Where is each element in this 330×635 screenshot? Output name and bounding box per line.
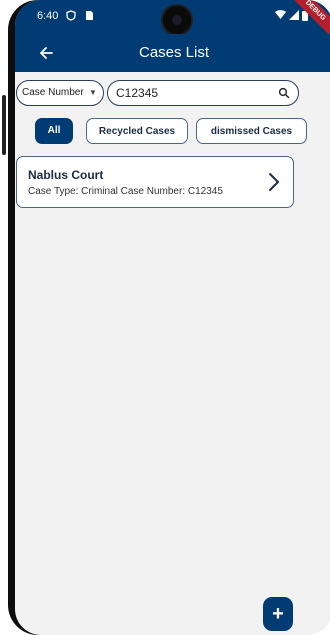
status-bar: 6:40 DEBUG bbox=[15, 0, 330, 45]
caret-down-icon: ▼ bbox=[89, 88, 97, 97]
status-icons-left bbox=[66, 9, 94, 21]
search-field-select[interactable]: Case Number ▼ bbox=[16, 80, 104, 106]
case-tabs: All Recycled Cases dismissed Cases bbox=[19, 118, 309, 146]
add-case-button[interactable]: + bbox=[263, 597, 293, 631]
search-icon[interactable] bbox=[278, 87, 290, 99]
filter-row: Case Number ▼ C12345 bbox=[16, 80, 316, 106]
tab-all[interactable]: All bbox=[35, 118, 73, 144]
page-title: Cases List bbox=[138, 44, 210, 61]
search-field-label: Case Number bbox=[22, 87, 84, 98]
app-bar: Cases List bbox=[15, 34, 330, 72]
chevron-right-icon bbox=[269, 173, 279, 191]
case-court-name: Nablus Court bbox=[28, 168, 104, 182]
search-input[interactable]: C12345 bbox=[107, 80, 299, 106]
search-value: C12345 bbox=[116, 86, 159, 100]
shield-status-icon bbox=[66, 9, 76, 21]
signal-icon bbox=[289, 10, 300, 21]
sim-card-icon bbox=[86, 10, 94, 20]
case-card[interactable]: Nablus Court Case Type: Criminal Case Nu… bbox=[16, 156, 294, 208]
case-details: Case Type: Criminal Case Number: C12345 bbox=[28, 186, 223, 197]
status-time: 6:40 bbox=[37, 10, 59, 22]
front-camera bbox=[161, 4, 193, 36]
volume-button bbox=[2, 95, 6, 155]
wifi-icon bbox=[275, 10, 286, 20]
tab-dismissed-cases[interactable]: dismissed Cases bbox=[196, 118, 307, 144]
tab-recycled-cases[interactable]: Recycled Cases bbox=[86, 118, 188, 144]
status-icons-right bbox=[275, 9, 309, 21]
